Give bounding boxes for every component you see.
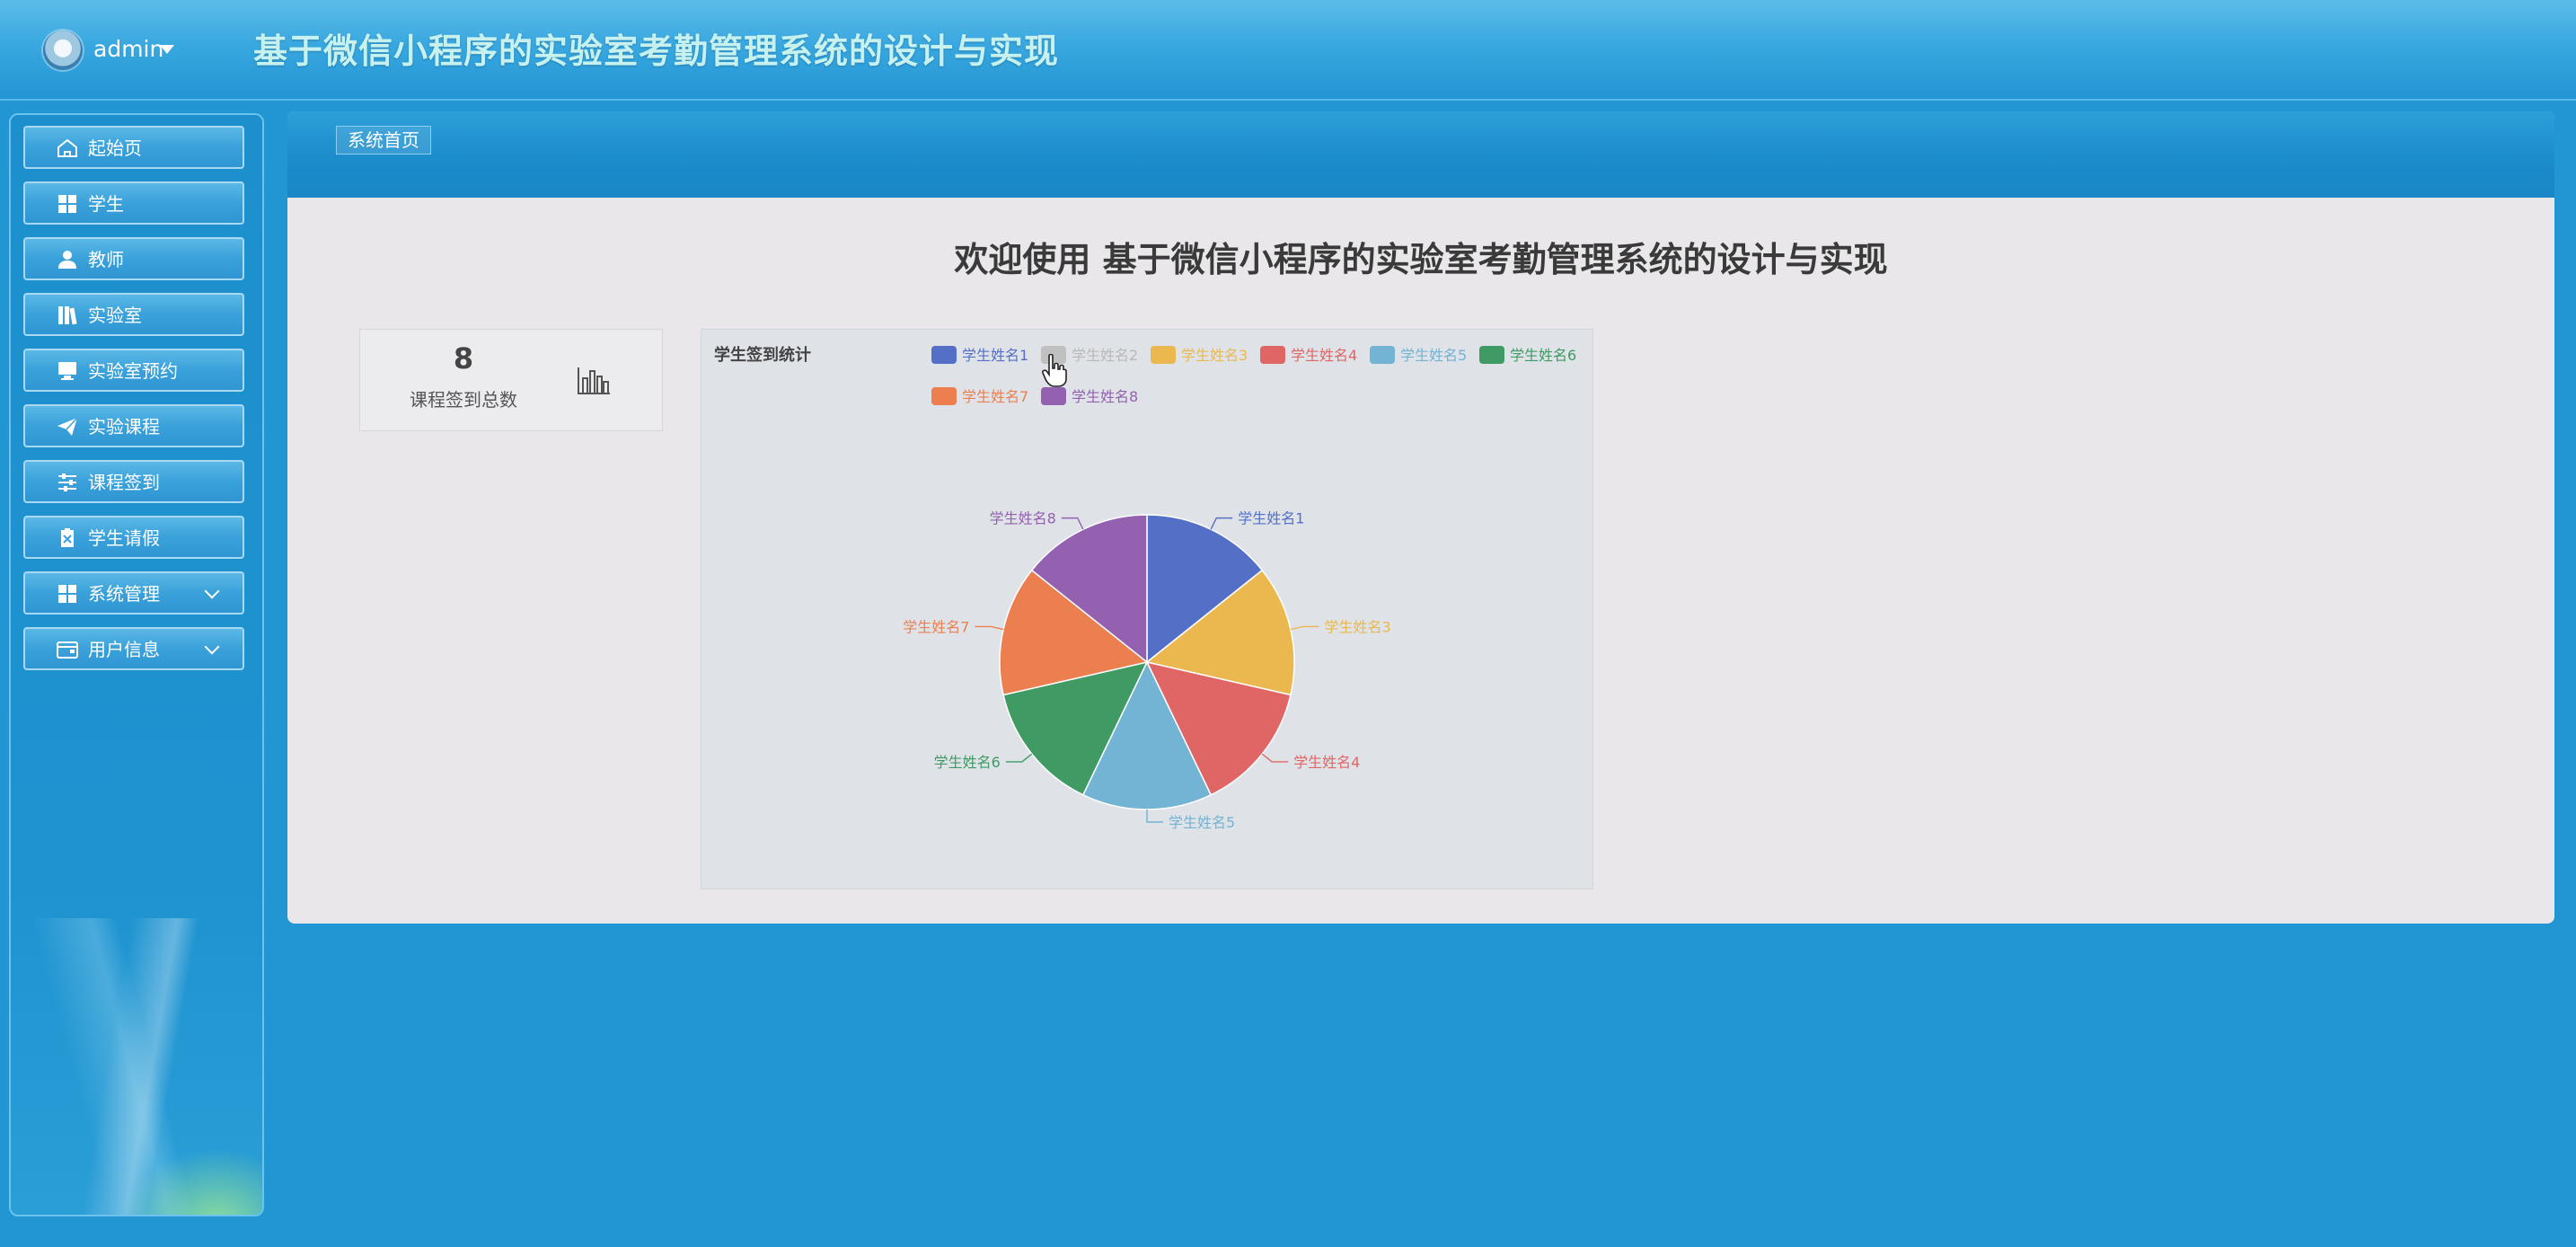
sidebar-item-label: 起始页 xyxy=(88,137,142,159)
chevron-down-icon xyxy=(204,639,220,655)
label-leader-line xyxy=(1210,517,1233,530)
slice-label: 学生姓名8 xyxy=(990,510,1056,527)
user-menu-name[interactable]: admin xyxy=(93,34,163,65)
legend-swatch[interactable] xyxy=(1479,346,1504,364)
legend-label[interactable]: 学生姓名8 xyxy=(1072,388,1138,405)
slice-label: 学生姓名7 xyxy=(903,618,969,635)
legend-swatch[interactable] xyxy=(1260,346,1285,364)
pie-chart-panel: 学生签到统计 学生姓名1 学生姓名2 学生姓名3 学生姓名4 学生姓名5 学生姓名6 学生姓… xyxy=(701,329,1593,889)
legend-label[interactable]: 学生姓名3 xyxy=(1181,347,1248,364)
monitor-icon xyxy=(58,362,76,380)
wallet-icon xyxy=(57,641,78,659)
legend-label[interactable]: 学生姓名6 xyxy=(1510,347,1576,364)
breadcrumb[interactable]: 系统首页 xyxy=(336,126,431,155)
sidebar-item-students[interactable]: 学生 xyxy=(23,181,244,225)
main-panel: 系统首页 欢迎使用 基于微信小程序的实验室考勤管理系统的设计与实现 8 课程签到… xyxy=(287,111,2554,924)
label-leader-line xyxy=(1061,517,1084,530)
paper-plane-icon xyxy=(57,417,78,436)
bar-chart-icon xyxy=(578,367,610,394)
main-header-bar: 系统首页 xyxy=(287,111,2554,198)
legend-swatch[interactable] xyxy=(1370,346,1395,364)
sidebar-item-label: 课程签到 xyxy=(88,472,160,493)
legend-label[interactable]: 学生姓名4 xyxy=(1291,347,1357,364)
stat-value: 8 xyxy=(453,341,474,376)
legend-swatch[interactable] xyxy=(1151,346,1176,364)
sidebar-item-labs[interactable]: 实验室 xyxy=(23,293,244,336)
stat-label: 课程签到总数 xyxy=(410,389,517,411)
sidebar-item-label: 系统管理 xyxy=(88,583,160,605)
top-header: admin 基于微信小程序的实验室考勤管理系统的设计与实现 xyxy=(0,0,2576,101)
sidebar-item-system-management[interactable]: 系统管理 xyxy=(23,571,244,615)
clipboard-icon xyxy=(61,528,74,547)
label-leader-line xyxy=(1146,809,1163,823)
sidebar-item-label: 用户信息 xyxy=(88,639,160,660)
sidebar-item-lab-booking[interactable]: 实验室预约 xyxy=(23,349,244,392)
sidebar-item-label: 实验课程 xyxy=(88,416,160,438)
slice-label: 学生姓名6 xyxy=(934,754,1001,771)
legend-swatch[interactable] xyxy=(1041,387,1066,405)
home-icon xyxy=(57,138,77,157)
legend-label[interactable]: 学生姓名5 xyxy=(1400,347,1467,364)
sidebar-item-label: 学生请假 xyxy=(88,527,160,549)
grid-icon xyxy=(58,195,76,213)
app-title: 基于微信小程序的实验室考勤管理系统的设计与实现 xyxy=(253,31,1060,71)
welcome-title: 欢迎使用 基于微信小程序的实验室考勤管理系统的设计与实现 xyxy=(954,240,1888,279)
sidebar-item-label: 学生 xyxy=(88,193,124,215)
caret-down-icon[interactable] xyxy=(160,45,174,54)
chevron-down-icon xyxy=(204,583,220,599)
avatar[interactable] xyxy=(43,31,83,70)
sidebar-item-label: 教师 xyxy=(88,249,124,270)
label-leader-line xyxy=(975,625,1004,631)
legend-label[interactable]: 学生姓名7 xyxy=(962,388,1028,405)
sidebar: 起始页 学生 教师 实验室 实验室预约 实验课程 课程签到 学生请假 系统管理 … xyxy=(9,113,264,1216)
label-leader-line xyxy=(1261,753,1289,763)
sidebar-item-leave[interactable]: 学生请假 xyxy=(23,516,244,559)
sidebar-item-label: 实验室 xyxy=(88,305,142,326)
sidebar-item-user-info[interactable]: 用户信息 xyxy=(23,627,244,670)
sidebar-item-label: 实验室预约 xyxy=(88,360,178,382)
slice-label: 学生姓名4 xyxy=(1293,754,1360,771)
sliders-icon xyxy=(58,473,76,491)
sidebar-item-home[interactable]: 起始页 xyxy=(23,126,244,169)
slice-label: 学生姓名3 xyxy=(1325,618,1391,635)
user-icon xyxy=(58,251,76,269)
legend-label[interactable]: 学生姓名1 xyxy=(962,347,1028,364)
legend-label[interactable]: 学生姓名2 xyxy=(1072,347,1138,364)
label-leader-line xyxy=(1005,753,1033,763)
pie-chart: 学生姓名1 学生姓名2 学生姓名3 学生姓名4 学生姓名5 学生姓名6 学生姓名7 学生姓名8… xyxy=(903,346,1576,831)
sidebar-item-checkin[interactable]: 课程签到 xyxy=(23,460,244,503)
label-leader-line xyxy=(1290,625,1319,631)
sidebar-item-courses[interactable]: 实验课程 xyxy=(23,404,244,447)
book-icon xyxy=(58,306,77,325)
legend-swatch[interactable] xyxy=(931,387,957,405)
slice-label: 学生姓名1 xyxy=(1238,510,1304,527)
stat-card: 8 课程签到总数 xyxy=(359,329,663,431)
slice-label: 学生姓名5 xyxy=(1169,814,1235,831)
sidebar-decoration xyxy=(11,918,262,1215)
hand-cursor-icon xyxy=(1042,354,1067,387)
legend-swatch[interactable] xyxy=(931,346,957,364)
sidebar-item-teachers[interactable]: 教师 xyxy=(23,237,244,280)
grid-icon xyxy=(58,585,76,603)
